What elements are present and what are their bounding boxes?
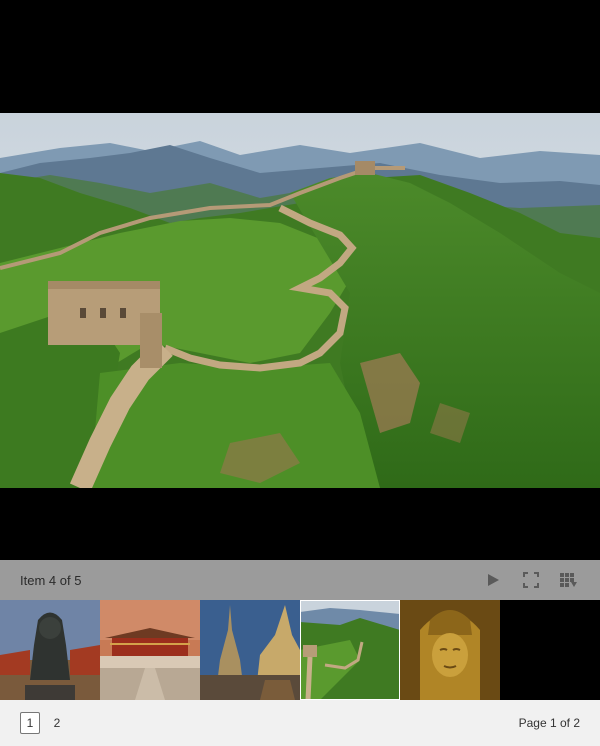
page-links: 1 2 (20, 712, 519, 734)
item-counter: Item 4 of 5 (20, 572, 82, 588)
thumbnail-guardian-lion[interactable] (0, 600, 100, 700)
play-button[interactable] (480, 567, 506, 593)
thumbnail-great-wall[interactable] (300, 600, 400, 700)
thumbnail-golden-stupa[interactable] (200, 600, 300, 700)
thumbnails-toggle-icon (560, 573, 577, 587)
gallery-toolbar: Item 4 of 5 (0, 560, 600, 600)
page-link-1[interactable]: 1 (20, 712, 40, 734)
thumbnail-strip (0, 600, 600, 700)
image-viewer (0, 0, 600, 560)
thumbnail-forbidden-city[interactable] (100, 600, 200, 700)
thumbnails-toggle-button[interactable] (556, 567, 582, 593)
page-info: Page 1 of 2 (518, 716, 580, 730)
main-image[interactable] (0, 113, 600, 488)
pagination-bar: 1 2 Page 1 of 2 (0, 700, 600, 746)
thumbnail-golden-buddha[interactable] (400, 600, 500, 700)
fullscreen-button[interactable] (518, 567, 544, 593)
play-icon (488, 574, 499, 586)
fullscreen-icon (523, 572, 539, 588)
page-link-2[interactable]: 2 (48, 713, 66, 733)
